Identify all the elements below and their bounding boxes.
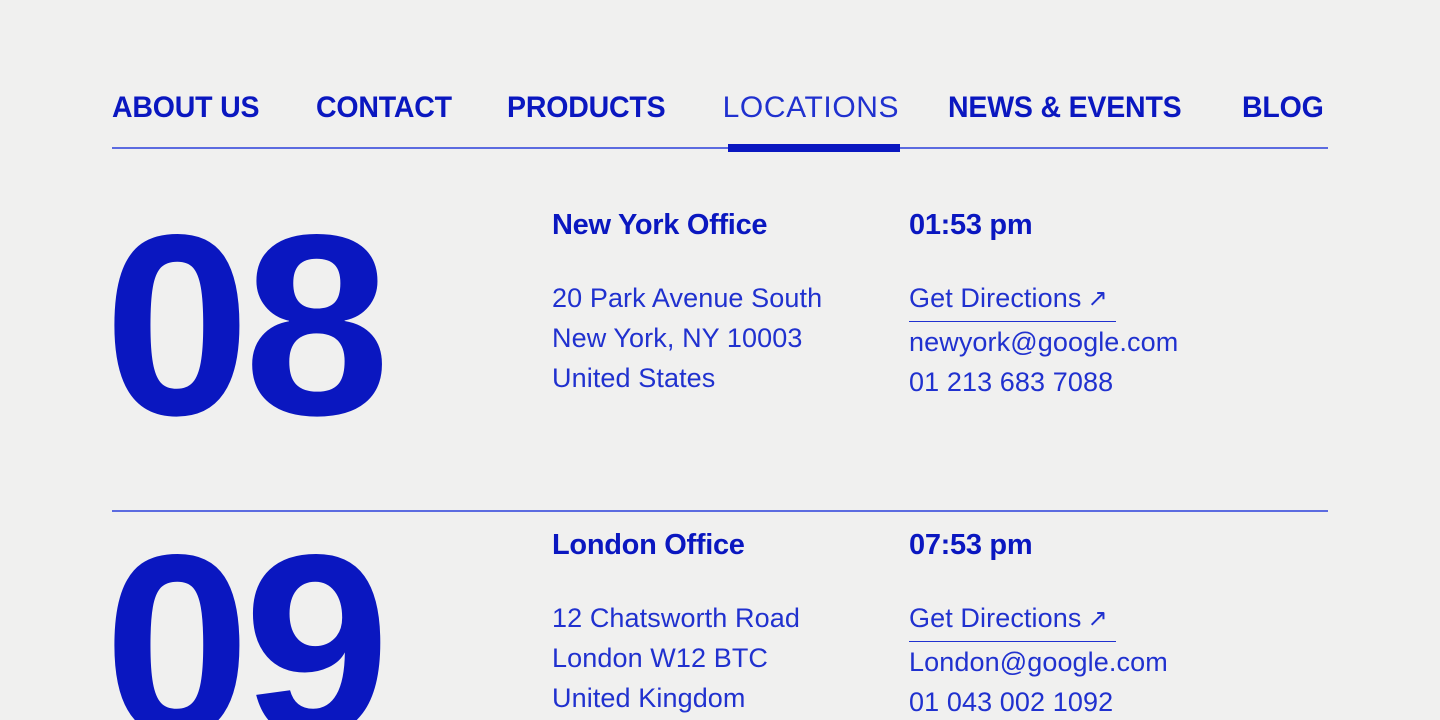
local-time: 01:53 pm [909,209,1033,241]
nav-baseline-rule [112,147,1328,149]
location-number: 09 [104,500,390,720]
main-navigation: ABOUT US CONTACT PRODUCTS LOCATIONS NEWS… [112,66,1328,150]
get-directions-label: Get Directions [909,283,1082,313]
location-row: 09 London Office 12 Chatsworth Road Lond… [0,510,1440,720]
nav-list: ABOUT US CONTACT PRODUCTS LOCATIONS NEWS… [112,66,1328,126]
nav-active-indicator [728,144,900,152]
location-contact: 01:53 pm Get Directions ↗ newyork@google.… [909,208,1329,402]
location-number: 08 [104,180,390,470]
location-details: New York Office 20 Park Avenue South New… [552,208,882,398]
email-address[interactable]: London@google.com [909,642,1329,682]
office-name: London Office [552,529,745,561]
address-line: New York, NY 10003 [552,323,803,353]
get-directions-label: Get Directions [909,603,1082,633]
arrow-up-right-icon: ↗ [1087,605,1108,632]
get-directions-link[interactable]: Get Directions ↗ [909,278,1116,322]
local-time: 07:53 pm [909,529,1033,561]
get-directions-link[interactable]: Get Directions ↗ [909,598,1116,642]
nav-item-contact[interactable]: CONTACT [316,90,452,126]
directions-row: Get Directions ↗ [909,598,1329,642]
address-line: 12 Chatsworth Road [552,603,800,633]
email-address[interactable]: newyork@google.com [909,322,1329,362]
location-details: London Office 12 Chatsworth Road London … [552,528,882,718]
nav-item-blog[interactable]: BLOG [1242,90,1324,126]
address-line: 20 Park Avenue South [552,283,823,313]
locations-list: 08 New York Office 20 Park Avenue South … [0,190,1440,720]
location-row: 08 New York Office 20 Park Avenue South … [0,190,1440,510]
address-line: United Kingdom [552,683,746,713]
arrow-up-right-icon: ↗ [1087,285,1108,312]
office-name: New York Office [552,209,768,241]
locations-page: ABOUT US CONTACT PRODUCTS LOCATIONS NEWS… [0,0,1440,720]
location-contact: 07:53 pm Get Directions ↗ London@google.c… [909,528,1329,720]
nav-item-locations[interactable]: LOCATIONS [723,90,900,126]
address-line: London W12 BTC [552,643,769,673]
phone-number[interactable]: 01 043 002 1092 [909,682,1329,720]
nav-item-about-us[interactable]: ABOUT US [112,90,260,126]
directions-row: Get Directions ↗ [909,278,1329,322]
address-line: United States [552,363,716,393]
nav-item-products[interactable]: PRODUCTS [507,90,666,126]
nav-item-news-and-events[interactable]: NEWS & EVENTS [948,90,1182,126]
phone-number[interactable]: 01 213 683 7088 [909,362,1329,402]
